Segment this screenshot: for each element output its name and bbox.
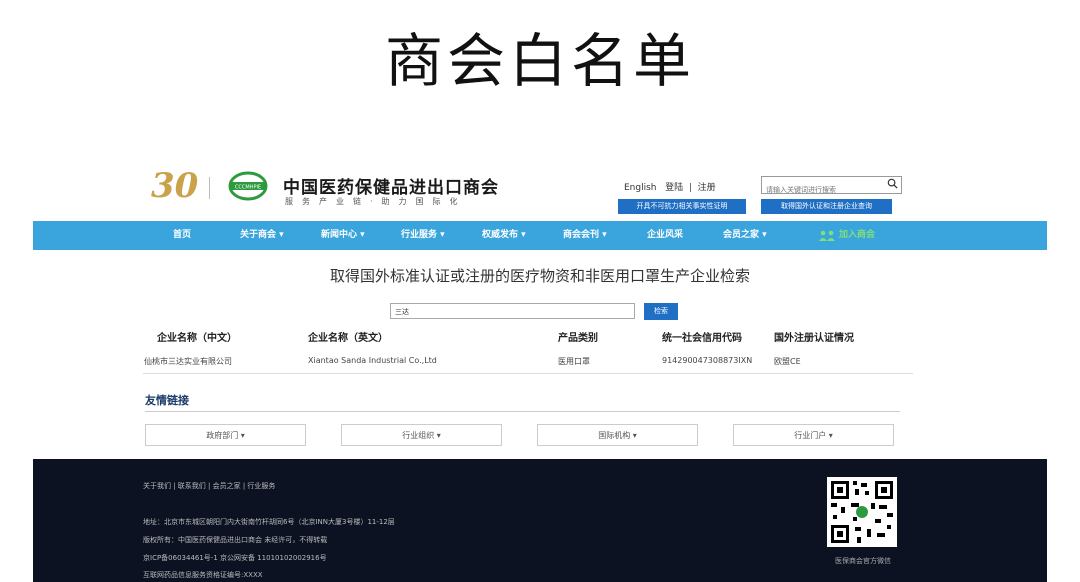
nav-item-enterprise[interactable]: 企业风采 <box>647 221 683 250</box>
col-header-credit-code: 统一社会信用代码 <box>662 333 742 344</box>
cell-name-cn: 仙桃市三达实业有限公司 <box>144 357 232 366</box>
footer-copyright: 版权所有：中国医药保健品进出口商会 未经许可，不得转载 <box>143 536 328 544</box>
login-link[interactable]: 登陆 <box>665 183 683 193</box>
logo-divider <box>209 177 210 199</box>
nav-item-members[interactable]: 会员之家 ▾ <box>723 221 767 250</box>
top-links: English 登陆 | 注册 <box>624 180 716 193</box>
dropdown-industry-portals[interactable]: 行业门户 ▾ <box>733 424 894 446</box>
nav-item-home[interactable]: 首页 <box>173 221 191 250</box>
cell-category: 医用口罩 <box>558 357 590 366</box>
search-page-title: 取得国外标准认证或注册的医疗物资和非医用口罩生产企业检索 <box>329 267 750 285</box>
footer-links[interactable]: 关于我们 | 联系我们 | 会员之家 | 行业服务 <box>143 481 275 491</box>
english-link[interactable]: English <box>624 183 657 193</box>
nav-item-about[interactable]: 关于商会 ▾ <box>240 221 284 250</box>
org-slogan: 服务产业链·助力国际化 <box>285 197 467 206</box>
anniversary-logo: 30 <box>151 166 199 206</box>
nav-item-news[interactable]: 新闻中心 ▾ <box>321 221 365 250</box>
nav-item-join[interactable]: 加入商会 <box>839 221 875 250</box>
site-footer: 关于我们 | 联系我们 | 会员之家 | 行业服务 地址：北京市东城区朝阳门内大… <box>33 459 1047 582</box>
main-nav: 首页 关于商会 ▾ 新闻中心 ▾ 行业服务 ▾ 权威发布 ▾ 商会会刊 ▾ 企业… <box>33 221 1047 250</box>
row-divider <box>143 373 913 374</box>
footer-license: 互联网药品信息服务资格证编号:XXXX <box>143 571 263 579</box>
nav-item-journal[interactable]: 商会会刊 ▾ <box>563 221 607 250</box>
top-link-separator: | <box>688 183 692 193</box>
website-screenshot: 30 CCCMHPIE 中国医药保健品进出口商会 服务产业链·助力国际化 Eng… <box>33 155 1047 582</box>
col-header-name-en: 企业名称（英文） <box>308 333 388 344</box>
wechat-qr-code-icon <box>827 477 897 547</box>
query-search-button[interactable]: 检索 <box>644 303 678 320</box>
footer-icp: 京ICP备06034461号-1 京公网安备 11010102002916号 <box>143 554 327 562</box>
site-header: 30 CCCMHPIE 中国医药保健品进出口商会 服务产业链·助力国际化 Eng… <box>33 155 1047 221</box>
cell-certification: 欧盟CE <box>774 357 801 366</box>
col-header-certification: 国外注册认证情况 <box>774 333 854 344</box>
org-name: 中国医药保健品进出口商会 <box>283 178 499 198</box>
register-link[interactable]: 注册 <box>698 183 716 193</box>
cell-credit-code: 914290047308873IXN <box>662 356 753 365</box>
cccmhpie-logo-icon: CCCMHPIE <box>228 171 268 201</box>
col-header-category: 产品类别 <box>558 333 598 344</box>
dropdown-government[interactable]: 政府部门 ▾ <box>145 424 306 446</box>
friend-links-divider <box>145 411 900 412</box>
col-header-name-cn: 企业名称（中文） <box>157 333 237 344</box>
org-badge-text: CCCMHPIE <box>235 185 261 191</box>
qr-caption: 医保商会官方微信 <box>835 557 891 565</box>
dropdown-international[interactable]: 国际机构 ▾ <box>537 424 698 446</box>
force-majeure-button[interactable]: 开具不可抗力相关事实性证明 <box>618 199 746 214</box>
company-query-input[interactable]: 三达 <box>390 303 635 319</box>
site-search-input[interactable] <box>762 183 884 197</box>
footer-address: 地址：北京市东城区朝阳门内大街南竹杆胡同6号（北京INN大厦3号楼）11-12层 <box>143 518 395 526</box>
search-icon[interactable] <box>887 178 898 189</box>
nav-item-releases[interactable]: 权威发布 ▾ <box>482 221 526 250</box>
nav-item-services[interactable]: 行业服务 ▾ <box>401 221 445 250</box>
slide-title: 商会白名单 <box>384 27 695 95</box>
cell-name-en: Xiantao Sanda Industrial Co.,Ltd <box>308 356 437 365</box>
dropdown-industry-orgs[interactable]: 行业组织 ▾ <box>341 424 502 446</box>
site-search-box <box>761 176 902 197</box>
cert-query-button[interactable]: 取得国外认证和注册企业查询 <box>761 199 892 214</box>
join-people-icon <box>819 230 835 241</box>
friend-links-title: 友情链接 <box>145 394 189 407</box>
